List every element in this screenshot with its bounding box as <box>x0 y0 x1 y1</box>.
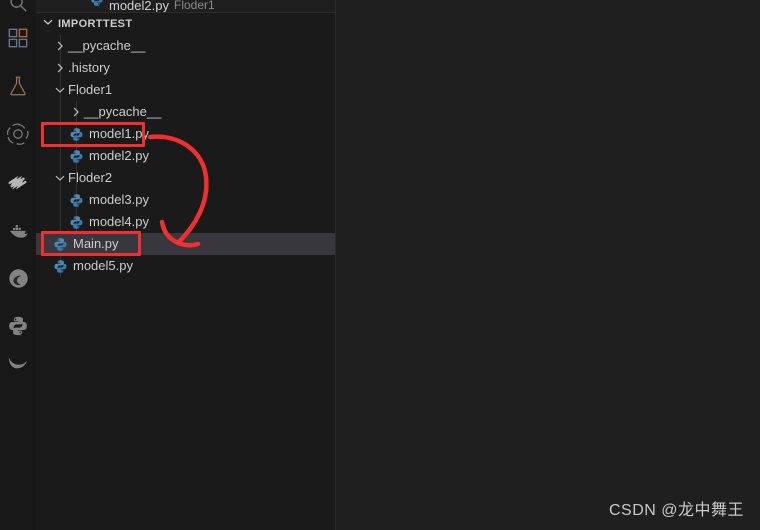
tree-row-model5[interactable]: model5.py <box>36 255 335 277</box>
tree-row-label: Floder2 <box>68 170 113 185</box>
edge-browser-icon <box>7 267 30 290</box>
tree-row-model2[interactable]: model2.py <box>36 145 335 167</box>
tree-row-label: model2.py <box>89 148 149 163</box>
tree-row-label: Floder1 <box>68 82 113 97</box>
search-icon <box>7 0 29 14</box>
tree-row-label: model4.py <box>89 214 149 229</box>
python-icon <box>7 315 29 337</box>
python-file-icon <box>52 259 68 274</box>
activity-item-python[interactable] <box>0 302 36 350</box>
chevron-right-icon <box>52 35 68 57</box>
file-tree: __pycache__ .history Floder1 __pycache__… <box>36 35 335 277</box>
chevron-right-icon <box>52 57 68 79</box>
openai-icon <box>6 122 30 146</box>
editor-tab-description: Floder1 <box>173 0 215 12</box>
tree-row-floder1[interactable]: Floder1 <box>36 79 335 101</box>
app-window: model2.py Floder1 IMPORTTEST __pycache__… <box>0 0 760 530</box>
tree-row-pycache-floder1[interactable]: __pycache__ <box>36 101 335 123</box>
python-file-icon <box>90 0 104 12</box>
tree-row-label: model1.py <box>89 126 149 141</box>
chevron-down-icon <box>40 14 56 35</box>
activity-item-testing[interactable] <box>0 62 36 110</box>
watermark-text: CSDN @龙中舞王 <box>608 502 744 519</box>
chevron-right-icon <box>68 101 84 123</box>
activity-item-extensions[interactable] <box>0 14 36 62</box>
python-file-icon <box>68 127 84 142</box>
explorer-section-title: IMPORTTEST <box>58 18 133 30</box>
python-file-icon <box>68 149 84 164</box>
editor-area: CSDN @龙中舞王 <box>336 0 760 530</box>
tree-row-main[interactable]: Main.py <box>36 233 335 255</box>
testing-flask-icon <box>7 75 29 97</box>
tree-row-label: model5.py <box>73 258 133 273</box>
tree-row-label: model3.py <box>89 192 149 207</box>
zigzag-icon <box>7 171 29 193</box>
python-file-icon <box>52 237 68 252</box>
explorer-sidebar: model2.py Floder1 IMPORTTEST __pycache__… <box>36 0 336 530</box>
activity-item-search[interactable] <box>0 0 36 14</box>
python-file-icon <box>68 193 84 208</box>
tree-row-pycache-root[interactable]: __pycache__ <box>36 35 335 57</box>
activity-item-conda[interactable] <box>0 350 36 376</box>
chevron-down-icon <box>52 167 68 189</box>
tree-row-label: .history <box>68 60 110 75</box>
tree-row-label: __pycache__ <box>84 104 162 119</box>
tree-row-model1[interactable]: model1.py <box>36 123 335 145</box>
python-file-icon <box>68 215 84 230</box>
activity-item-openai[interactable] <box>0 110 36 158</box>
tree-row-label: Main.py <box>73 236 119 251</box>
docker-whale-icon <box>7 219 30 242</box>
explorer-section-header[interactable]: IMPORTTEST <box>36 13 335 35</box>
activity-item-remote[interactable] <box>0 158 36 206</box>
tree-row-model3[interactable]: model3.py <box>36 189 335 211</box>
editor-tab-label: model2.py <box>109 0 169 13</box>
chevron-down-icon <box>52 79 68 101</box>
activity-item-docker[interactable] <box>0 206 36 254</box>
tree-row-floder2[interactable]: Floder2 <box>36 167 335 189</box>
anaconda-icon <box>7 350 29 372</box>
editor-tab-strip: model2.py Floder1 <box>36 0 335 13</box>
activity-item-edge[interactable] <box>0 254 36 302</box>
tree-row-label: __pycache__ <box>68 38 146 53</box>
activity-bar <box>0 0 36 530</box>
tree-row-history[interactable]: .history <box>36 57 335 79</box>
extensions-icon <box>7 27 29 49</box>
editor-tab-active[interactable]: model2.py Floder1 <box>90 0 215 12</box>
tree-row-model4[interactable]: model4.py <box>36 211 335 233</box>
